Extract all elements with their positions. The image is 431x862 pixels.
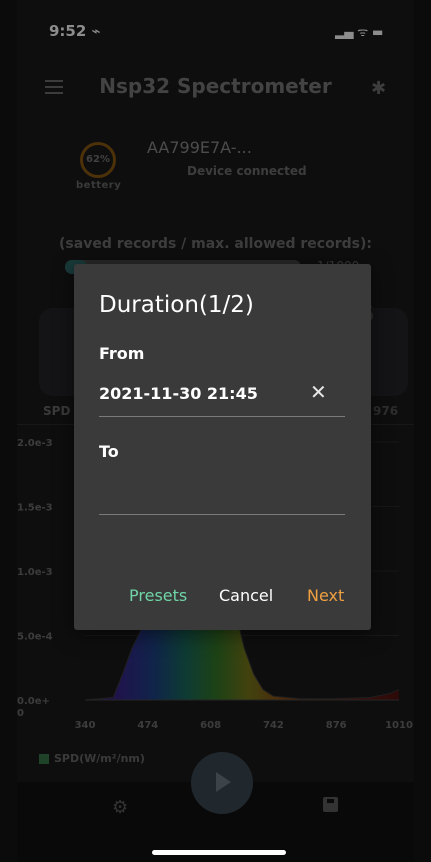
home-indicator[interactable] — [152, 850, 286, 855]
from-label: From — [99, 344, 145, 363]
to-label: To — [99, 442, 119, 461]
from-field[interactable]: 2021-11-30 21:45 — [99, 384, 258, 403]
dialog-title: Duration(1/2) — [99, 292, 254, 318]
presets-button[interactable]: Presets — [129, 586, 187, 605]
cancel-button[interactable]: Cancel — [219, 586, 273, 605]
duration-dialog: Duration(1/2) From 2021-11-30 21:45 ✕ To… — [74, 264, 371, 630]
app-screen: 9:52 ⌁ ▂▄ ᯤ ▬ Nsp32 Spectrometer ✱ 62% b… — [17, 0, 414, 862]
clear-icon[interactable]: ✕ — [310, 380, 327, 404]
next-button[interactable]: Next — [307, 586, 344, 605]
from-underline — [99, 416, 345, 417]
to-field[interactable] — [99, 514, 345, 515]
